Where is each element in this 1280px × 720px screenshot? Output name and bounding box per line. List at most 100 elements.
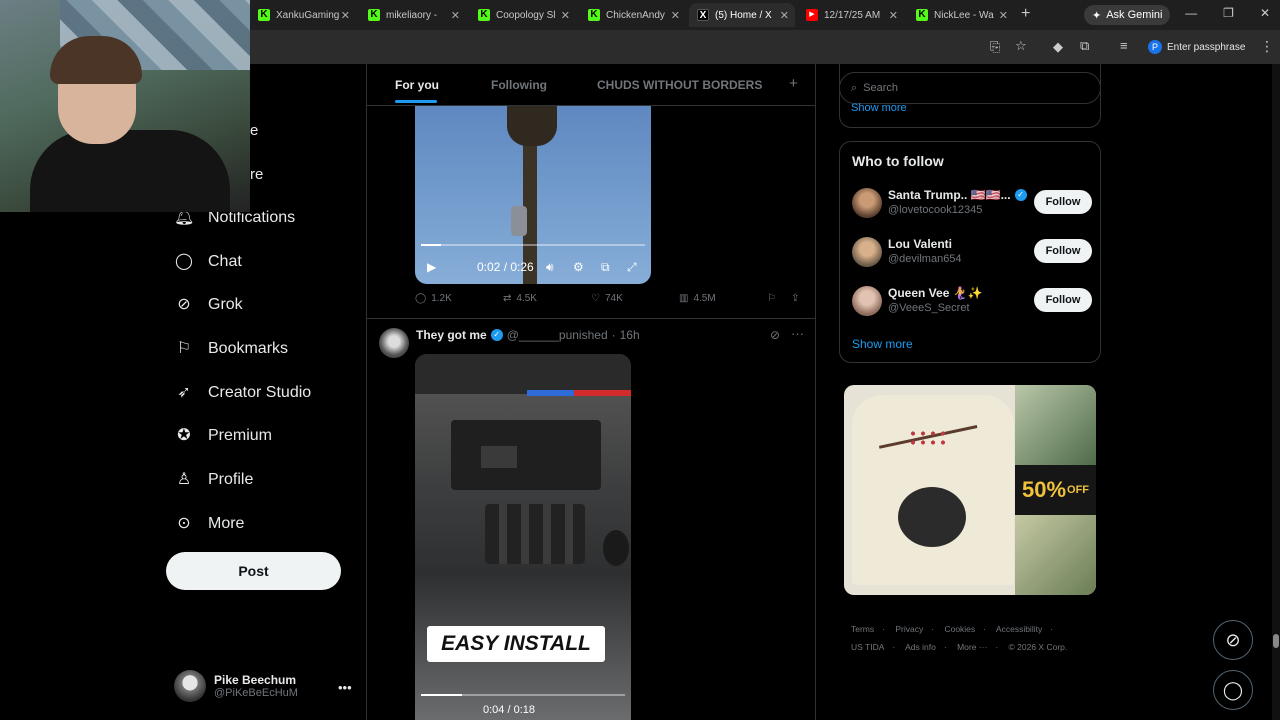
suggestion-name: Queen Vee 🧜‍♀️✨	[888, 286, 983, 300]
nav-bookmarks[interactable]: ⚐ Bookmarks	[174, 334, 288, 364]
play-icon[interactable]: ▶	[427, 260, 436, 274]
suggestion-row[interactable]: Queen Vee 🧜‍♀️✨ @VeeeS_Secret Follow	[852, 284, 1092, 318]
browser-tab[interactable]: K ChickenAndy ✕	[580, 3, 686, 27]
follow-button[interactable]: Follow	[1034, 239, 1092, 263]
new-tab-plus-icon[interactable]: +	[1021, 5, 1030, 23]
ask-gemini-label: Ask Gemini	[1106, 9, 1163, 21]
nav-premium[interactable]: ✪ Premium	[174, 421, 272, 451]
close-icon[interactable]: ✕	[889, 9, 898, 22]
post-author[interactable]: They got me	[416, 328, 487, 342]
browser-tab[interactable]: ▶ 12/17/25 AM ✕	[798, 3, 904, 27]
follow-button[interactable]: Follow	[1034, 190, 1092, 214]
fullscreen-icon[interactable]: ⤢	[627, 260, 637, 275]
install-app-icon[interactable]: ⎘	[990, 39, 1000, 55]
scrollbar-thumb[interactable]	[1273, 634, 1279, 648]
grok-icon[interactable]: ⊘	[770, 328, 780, 342]
video-progress[interactable]	[421, 694, 625, 696]
footer-link[interactable]: Terms	[851, 624, 874, 634]
post-video[interactable]: ▶ 0:02 / 0:26 🔊︎ ⚙ ⧉ ⤢	[415, 106, 651, 284]
tab-chuds-without-borders[interactable]: CHUDS WITHOUT BORDERS	[597, 78, 762, 92]
passphrase-button[interactable]: P Enter passphrase	[1148, 38, 1245, 56]
views-button[interactable]: ▥ 4.5M	[679, 293, 716, 304]
suggestion-handle: @lovetocook12345	[888, 204, 983, 216]
close-icon[interactable]: ✕	[780, 9, 789, 22]
nav-profile[interactable]: ♙ Profile	[174, 465, 254, 495]
search-box[interactable]: ⌕	[839, 72, 1101, 104]
footer-link[interactable]: Cookies	[944, 624, 975, 634]
follow-button[interactable]: Follow	[1034, 288, 1092, 312]
post-time[interactable]: 16h	[620, 328, 640, 342]
nav-more[interactable]: ⊙ More	[174, 509, 244, 539]
account-more-icon[interactable]: •••	[338, 680, 352, 695]
post-video[interactable]: EASY INSTALL 0:04 / 0:18	[415, 354, 631, 720]
suggestion-row[interactable]: Santa Trump.. 🇺🇸🇺🇸... ✓ @lovetocook12345 …	[852, 186, 1092, 220]
repost-icon: ⇄	[503, 293, 512, 304]
active-tab-indicator	[395, 100, 437, 103]
browser-tab[interactable]: K NickLee - Wa ✕	[908, 3, 1014, 27]
nav-creator-studio[interactable]: ➶ Creator Studio	[174, 378, 311, 408]
video-frame	[603, 530, 629, 566]
suggestion-row[interactable]: Lou Valenti @devilman654 Follow	[852, 235, 1092, 269]
post-more-icon[interactable]: ···	[791, 326, 804, 341]
scrollbar[interactable]	[1272, 64, 1280, 720]
pip-icon[interactable]: ⧉	[601, 260, 610, 275]
discount-suffix: OFF	[1067, 484, 1090, 496]
avatar	[174, 670, 206, 702]
add-tab-plus-icon[interactable]: +	[789, 75, 798, 92]
extensions-puzzle-icon[interactable]: ⧉	[1080, 38, 1089, 54]
close-window-icon[interactable]: ✕	[1260, 6, 1270, 20]
show-more-link[interactable]: Show more	[852, 337, 913, 351]
passphrase-label: Enter passphrase	[1167, 41, 1246, 53]
ask-gemini-button[interactable]: ✦ Ask Gemini	[1084, 5, 1171, 25]
close-icon[interactable]: ✕	[999, 9, 1008, 22]
close-icon[interactable]: ✕	[671, 9, 680, 22]
settings-gear-icon[interactable]: ⚙	[573, 260, 584, 274]
post-handle[interactable]: @______punished	[507, 328, 608, 342]
close-icon[interactable]: ✕	[341, 9, 350, 22]
volume-icon[interactable]: 🔊︎	[546, 260, 554, 275]
grok-fab-button[interactable]: ⊘	[1213, 620, 1253, 660]
nav-chat[interactable]: ◯ Chat	[174, 247, 242, 277]
close-icon[interactable]: ✕	[561, 9, 570, 22]
footer-link[interactable]: Ads info	[905, 642, 936, 652]
video-frame	[481, 446, 517, 468]
video-progress[interactable]	[421, 244, 645, 246]
footer-link[interactable]: US TIDA	[851, 642, 884, 652]
reply-button[interactable]: ◯ 1.2K	[415, 293, 452, 304]
post-button[interactable]: Post	[166, 552, 341, 590]
show-more-link[interactable]: Show more	[851, 102, 907, 114]
reply-count: 1.2K	[431, 293, 452, 304]
nav-grok[interactable]: ⊘ Grok	[174, 290, 242, 320]
footer-link[interactable]: Accessibility	[996, 624, 1042, 634]
video-frame	[451, 420, 601, 490]
bookmark-icon: ⚐	[767, 293, 776, 304]
footer-link[interactable]: More ···	[957, 642, 987, 652]
tab-for-you[interactable]: For you	[395, 78, 439, 92]
browser-tab-active[interactable]: X (5) Home / X ✕	[689, 3, 795, 27]
bookmark-button[interactable]: ⚐	[767, 293, 776, 304]
video-time: 0:04 / 0:18	[483, 704, 535, 716]
repost-button[interactable]: ⇄ 4.5K	[503, 293, 537, 304]
avatar[interactable]	[379, 328, 409, 358]
restore-icon[interactable]: ❐	[1223, 6, 1234, 20]
youtube-icon: ▶	[806, 9, 818, 21]
share-button[interactable]: ⇪	[791, 293, 799, 304]
extension-icon[interactable]: ◆	[1053, 39, 1063, 55]
close-icon[interactable]: ✕	[451, 9, 460, 22]
footer-link[interactable]: Privacy	[895, 624, 923, 634]
browser-tab[interactable]: K mikeliaory - ✕	[360, 3, 466, 27]
browser-tab[interactable]: K XankuGaming ✕	[250, 3, 356, 27]
browser-menu-icon[interactable]: ⋮	[1260, 38, 1274, 55]
nav-partial-label: e	[250, 122, 259, 139]
media-controls-icon[interactable]: ≡	[1120, 38, 1128, 53]
account-switcher[interactable]: Pike Beechum @PiKeBeEcHuM	[174, 670, 298, 702]
messages-fab-button[interactable]: ◯	[1213, 670, 1253, 710]
bookmark-star-icon[interactable]: ☆	[1015, 38, 1027, 54]
like-button[interactable]: ♡ 74K	[591, 293, 623, 304]
sponsored-ad-image[interactable]: 50% OFF	[844, 385, 1096, 595]
tab-following[interactable]: Following	[491, 78, 547, 92]
share-icon: ⇪	[791, 293, 800, 304]
minimize-icon[interactable]: —	[1185, 6, 1197, 20]
browser-tab[interactable]: K Coopology Sl ✕	[470, 3, 576, 27]
search-input[interactable]	[863, 82, 1074, 94]
